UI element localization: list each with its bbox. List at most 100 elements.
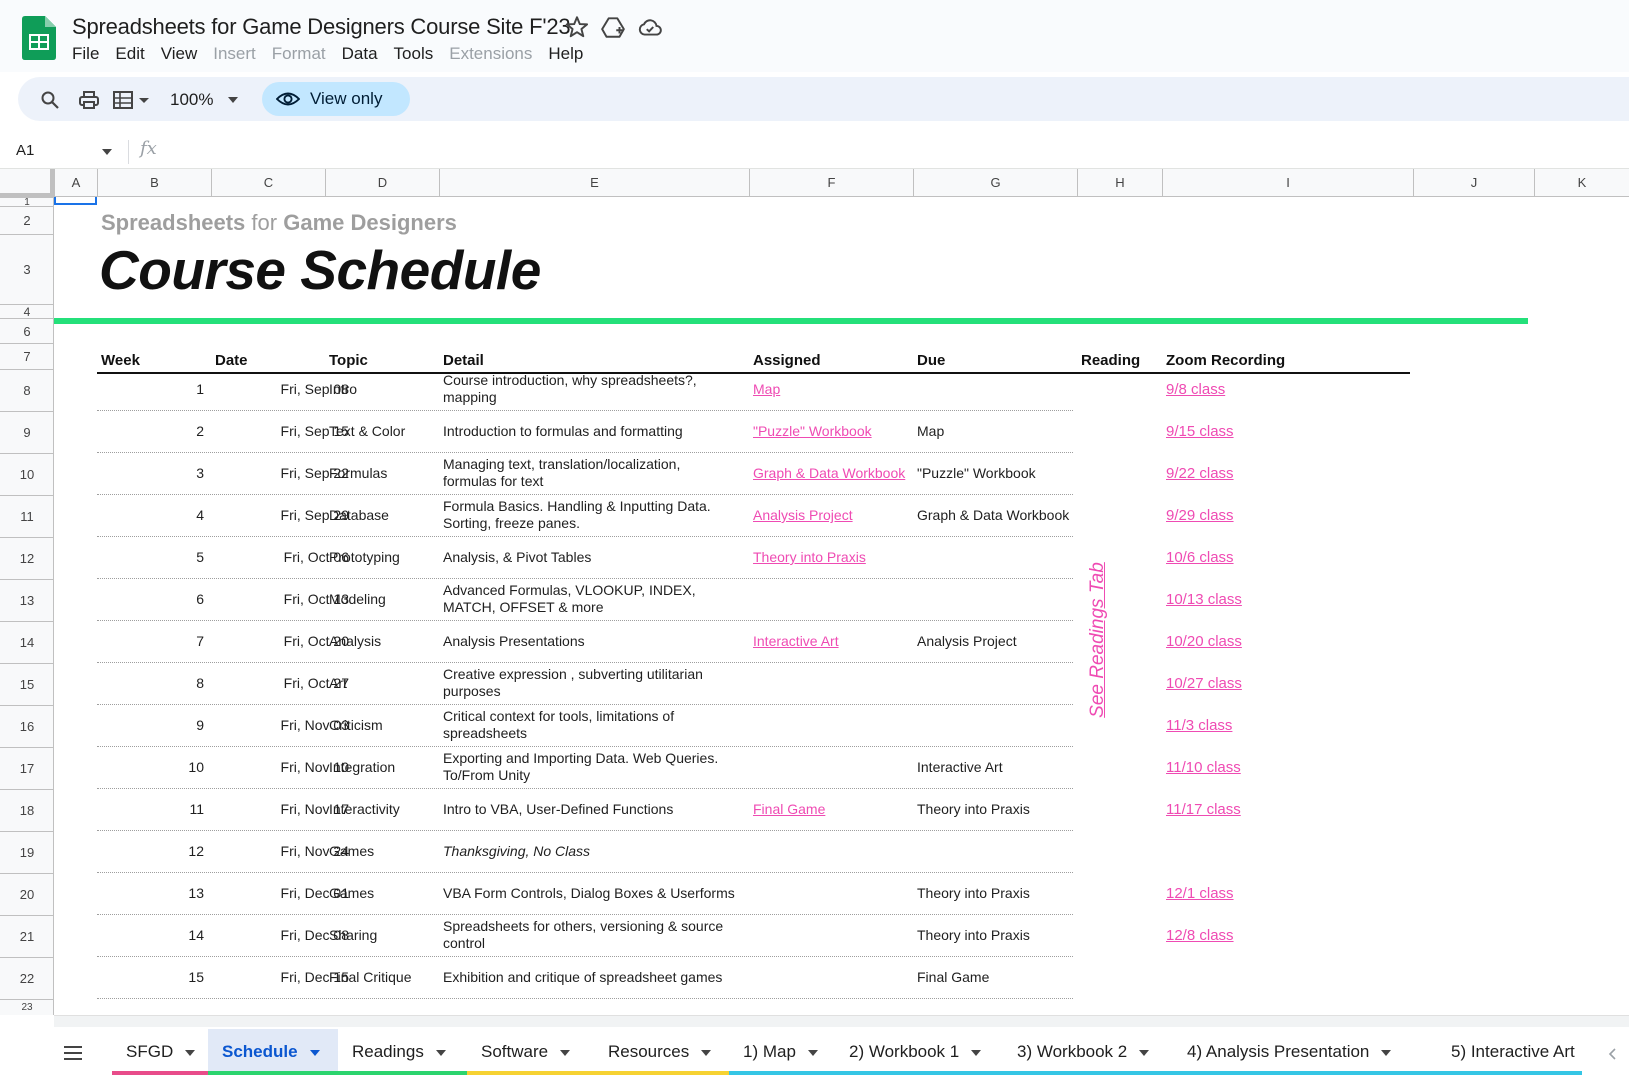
zoom-recording-link[interactable]: 9/8 class xyxy=(1166,381,1225,398)
sheet-tab[interactable]: 2) Workbook 1 xyxy=(835,1029,1003,1075)
row-header-12[interactable]: 12 xyxy=(0,537,54,579)
all-sheets-menu-icon[interactable] xyxy=(62,1044,84,1062)
row-header-17[interactable]: 17 xyxy=(0,747,54,789)
assigned-link[interactable]: Interactive Art xyxy=(753,633,839,650)
row-header-14[interactable]: 14 xyxy=(0,621,54,663)
header-assigned[interactable]: Assigned xyxy=(753,352,821,369)
google-sheets-logo-icon[interactable] xyxy=(22,16,56,60)
column-header-b[interactable]: B xyxy=(97,169,211,197)
column-header-k[interactable]: K xyxy=(1534,169,1629,197)
column-header-e[interactable]: E xyxy=(439,169,749,197)
sheet-tab[interactable]: 4) Analysis Presentation xyxy=(1173,1029,1437,1075)
chevron-down-icon[interactable] xyxy=(1139,1049,1150,1056)
assigned-link[interactable]: Analysis Project xyxy=(753,507,853,524)
zoom-level[interactable]: 100% xyxy=(170,88,213,112)
row-header-19[interactable]: 19 xyxy=(0,831,54,873)
assigned-link[interactable]: Map xyxy=(753,381,780,398)
row-header-4[interactable]: 4 xyxy=(0,304,54,319)
search-icon[interactable] xyxy=(38,88,62,112)
assigned-link[interactable]: Final Game xyxy=(753,801,825,818)
header-due[interactable]: Due xyxy=(917,352,945,369)
menu-format[interactable]: Format xyxy=(264,42,334,66)
chevron-down-icon[interactable] xyxy=(309,1049,320,1056)
row-header-21[interactable]: 21 xyxy=(0,915,54,957)
row-header-10[interactable]: 10 xyxy=(0,453,54,495)
chevron-down-icon[interactable] xyxy=(228,96,238,104)
menu-file[interactable]: File xyxy=(64,42,107,66)
chevron-down-icon[interactable] xyxy=(102,148,112,156)
menu-view[interactable]: View xyxy=(153,42,206,66)
row-header-20[interactable]: 20 xyxy=(0,873,54,915)
header-date[interactable]: Date xyxy=(215,352,248,369)
menu-help[interactable]: Help xyxy=(540,42,591,66)
zoom-recording-link[interactable]: 10/13 class xyxy=(1166,591,1242,608)
row-header-23[interactable]: 23 xyxy=(0,999,54,1015)
sheet-tab[interactable]: 3) Workbook 2 xyxy=(1003,1029,1173,1075)
column-header-h[interactable]: H xyxy=(1077,169,1162,197)
zoom-recording-link[interactable]: 10/27 class xyxy=(1166,675,1242,692)
zoom-recording-link[interactable]: 11/10 class xyxy=(1166,759,1241,776)
zoom-recording-link[interactable]: 11/3 class xyxy=(1166,717,1232,734)
sheet-tab[interactable]: 1) Map xyxy=(729,1029,835,1075)
chevron-down-icon[interactable] xyxy=(971,1049,982,1056)
row-header-3[interactable]: 3 xyxy=(0,234,54,304)
chevron-down-icon[interactable] xyxy=(560,1049,571,1056)
document-title[interactable]: Spreadsheets for Game Designers Course S… xyxy=(72,14,571,40)
menu-tools[interactable]: Tools xyxy=(386,42,442,66)
row-header-13[interactable]: 13 xyxy=(0,579,54,621)
row-header-15[interactable]: 15 xyxy=(0,663,54,705)
column-header-f[interactable]: F xyxy=(749,169,913,197)
assigned-link[interactable]: "Puzzle" Workbook xyxy=(753,423,872,440)
sheet-tab[interactable]: 5) Interactive Art xyxy=(1437,1029,1582,1075)
zoom-recording-link[interactable]: 12/1 class xyxy=(1166,885,1234,902)
sheet-tab[interactable]: Schedule xyxy=(208,1029,338,1075)
chevron-left-icon[interactable] xyxy=(1607,1048,1619,1060)
row-header-2[interactable]: 2 xyxy=(0,206,54,234)
column-header-d[interactable]: D xyxy=(325,169,439,197)
select-all-corner[interactable] xyxy=(0,169,54,197)
print-icon[interactable] xyxy=(77,88,101,112)
row-header-9[interactable]: 9 xyxy=(0,411,54,453)
header-week[interactable]: Week xyxy=(101,352,140,369)
column-header-i[interactable]: I xyxy=(1162,169,1413,197)
chevron-down-icon[interactable] xyxy=(701,1049,712,1056)
zoom-recording-link[interactable]: 9/22 class xyxy=(1166,465,1234,482)
column-header-g[interactable]: G xyxy=(913,169,1077,197)
horizontal-scrollbar[interactable] xyxy=(54,1015,1629,1027)
column-header-a[interactable]: A xyxy=(54,169,97,197)
menu-data[interactable]: Data xyxy=(334,42,386,66)
header-reading[interactable]: Reading xyxy=(1081,352,1140,369)
zoom-recording-link[interactable]: 10/6 class xyxy=(1166,549,1234,566)
chevron-down-icon[interactable] xyxy=(185,1049,196,1056)
zoom-recording-link[interactable]: 10/20 class xyxy=(1166,633,1242,650)
column-header-c[interactable]: C xyxy=(211,169,325,197)
zoom-recording-link[interactable]: 12/8 class xyxy=(1166,927,1234,944)
sheet-tab[interactable]: Readings xyxy=(338,1029,467,1075)
header-detail[interactable]: Detail xyxy=(443,352,484,369)
zoom-recording-link[interactable]: 11/17 class xyxy=(1166,801,1241,818)
header-zoom-recording[interactable]: Zoom Recording xyxy=(1166,352,1285,369)
zoom-recording-link[interactable]: 9/15 class xyxy=(1166,423,1234,440)
name-box[interactable]: A1 xyxy=(16,140,34,162)
zoom-recording-link[interactable]: 9/29 class xyxy=(1166,507,1234,524)
chevron-down-icon[interactable] xyxy=(1381,1049,1392,1056)
row-header-11[interactable]: 11 xyxy=(0,495,54,537)
assigned-link[interactable]: Theory into Praxis xyxy=(753,549,866,566)
row-header-7[interactable]: 7 xyxy=(0,343,54,369)
row-header-18[interactable]: 18 xyxy=(0,789,54,831)
filter-views-icon[interactable] xyxy=(112,88,150,112)
chevron-down-icon[interactable] xyxy=(807,1049,818,1056)
row-header-6[interactable]: 6 xyxy=(0,318,54,343)
sheet-tab[interactable]: Software xyxy=(467,1029,594,1075)
row-header-8[interactable]: 8 xyxy=(0,369,54,411)
column-header-j[interactable]: J xyxy=(1413,169,1534,197)
row-header-22[interactable]: 22 xyxy=(0,957,54,999)
move-to-drive-icon[interactable] xyxy=(600,14,626,40)
see-readings-tab-link[interactable]: See Readings Tab xyxy=(1087,562,1109,718)
menu-extensions[interactable]: Extensions xyxy=(441,42,540,66)
sheet-tab[interactable]: Resources xyxy=(594,1029,729,1075)
header-topic[interactable]: Topic xyxy=(329,352,368,369)
chevron-down-icon[interactable] xyxy=(435,1049,446,1056)
sheet-tab[interactable]: SFGD xyxy=(112,1029,208,1075)
menu-edit[interactable]: Edit xyxy=(107,42,152,66)
